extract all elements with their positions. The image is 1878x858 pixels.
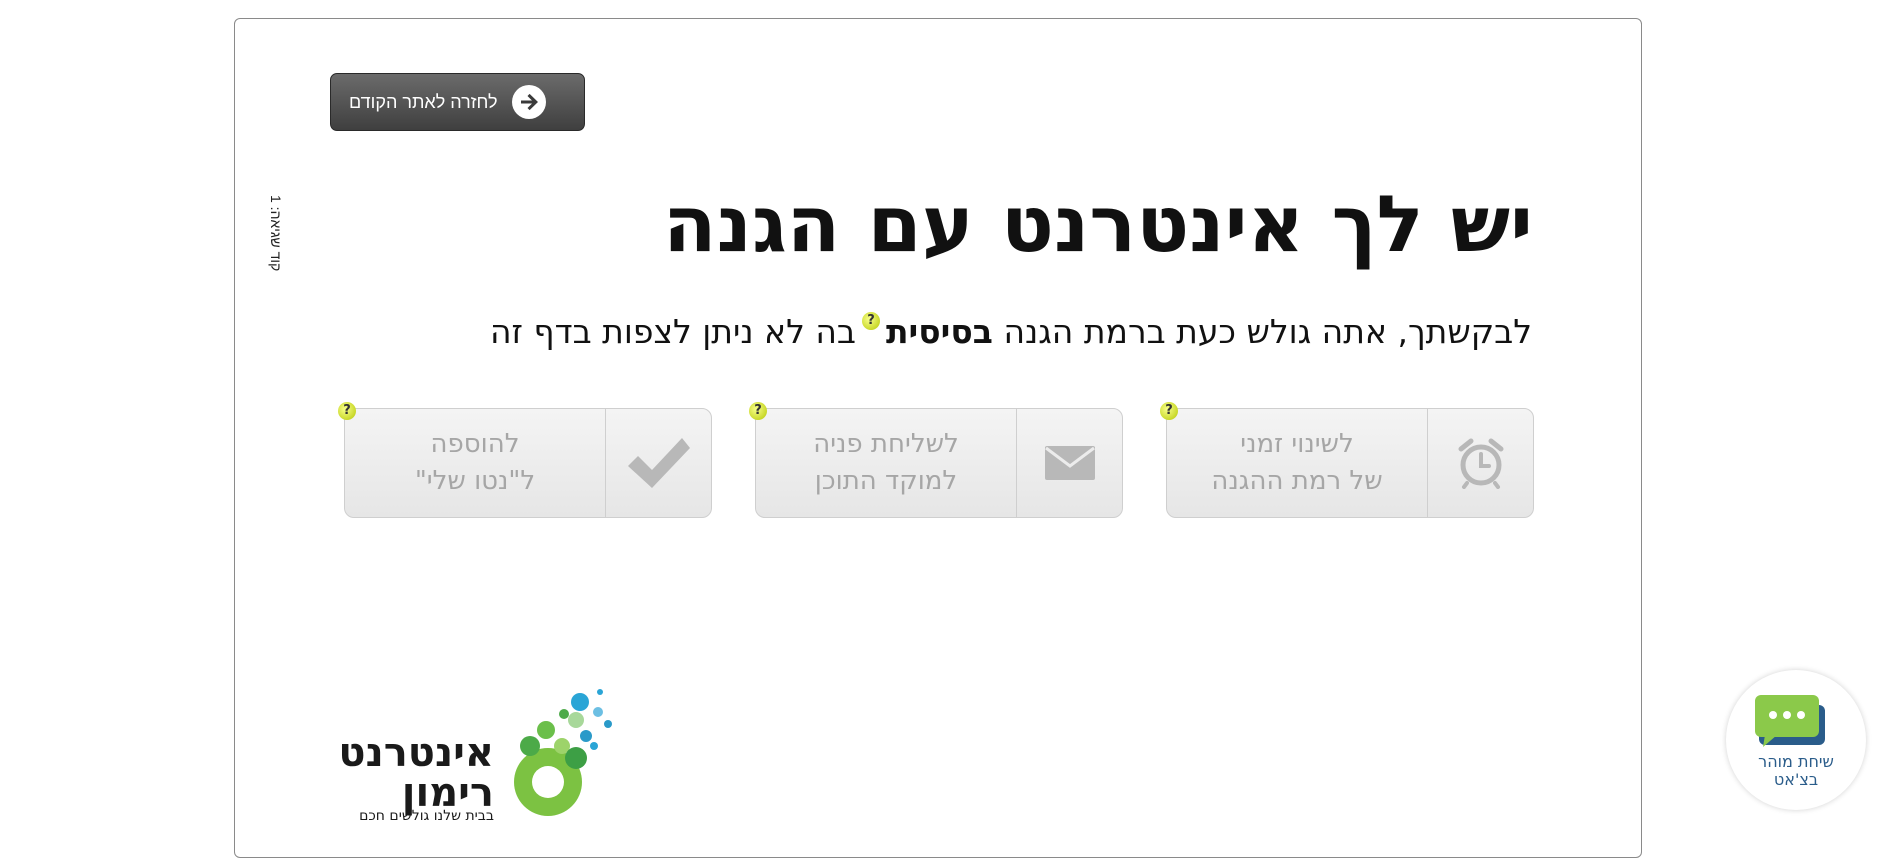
error-code-vertical: קוד שגיאה: 1 (268, 195, 284, 272)
internet-rimon-logo: אינטרנט רימון בבית שלנו גולשים חכם (338, 686, 650, 824)
page-subtitle: לבקשתך, אתה גולש כעת ברמת הגנה בסיסית? בה… (490, 312, 1532, 351)
help-icon[interactable]: ? (338, 402, 356, 420)
chat-label-line1: שיחת מוהר (1758, 752, 1834, 771)
action-label-line1: להוספה (430, 429, 520, 459)
help-icon[interactable]: ? (749, 402, 767, 420)
action-label-line1: לשינוי זמני (1240, 429, 1354, 459)
subtitle-prefix: לבקשתך, אתה גולש כעת ברמת הגנה (1003, 312, 1532, 351)
action-label: להוספה ל"נטו שלי" (345, 409, 605, 517)
action-label-line2: למוקד התוכן (814, 466, 958, 496)
action-label: לשינוי זמני של רמת ההגנה (1167, 409, 1427, 517)
temporary-change-protection-button[interactable]: לשינוי זמני של רמת ההגנה ? (1160, 402, 1534, 518)
protection-level: בסיסית (885, 312, 993, 351)
action-label-line2: של רמת ההגנה (1211, 466, 1383, 496)
subtitle-suffix: בה לא ניתן לצפות בדף זה (489, 312, 856, 351)
arrow-right-icon (511, 85, 546, 119)
page-title: יש לך אינטרנט עם הגנה (663, 180, 1533, 270)
alarm-clock-icon (1427, 409, 1533, 517)
back-to-previous-site-button[interactable]: לחזרה לאתר הקודם (330, 73, 585, 131)
back-button-label: לחזרה לאתר הקודם (349, 91, 498, 112)
send-request-content-center-button[interactable]: לשליחת פניה למוקד התוכן ? (749, 402, 1123, 518)
action-label-line1: לשליחת פניה (813, 429, 959, 459)
checkmark-icon (605, 409, 711, 517)
help-icon[interactable]: ? (1160, 402, 1178, 420)
action-label-line2: ל"נטו שלי" (414, 466, 536, 496)
add-to-my-neto-button[interactable]: להוספה ל"נטו שלי" ? (338, 402, 712, 518)
chat-bubbles-icon (1755, 695, 1825, 747)
chat-widget-label: שיחת מוהר בצ'אט (1758, 753, 1834, 789)
help-icon[interactable]: ? (861, 312, 880, 330)
envelope-icon (1016, 409, 1122, 517)
action-label: לשליחת פניה למוקד התוכן (756, 409, 1016, 517)
chat-widget-button[interactable]: שיחת מוהר בצ'אט (1726, 670, 1866, 810)
chat-label-line2: בצ'אט (1773, 770, 1819, 789)
